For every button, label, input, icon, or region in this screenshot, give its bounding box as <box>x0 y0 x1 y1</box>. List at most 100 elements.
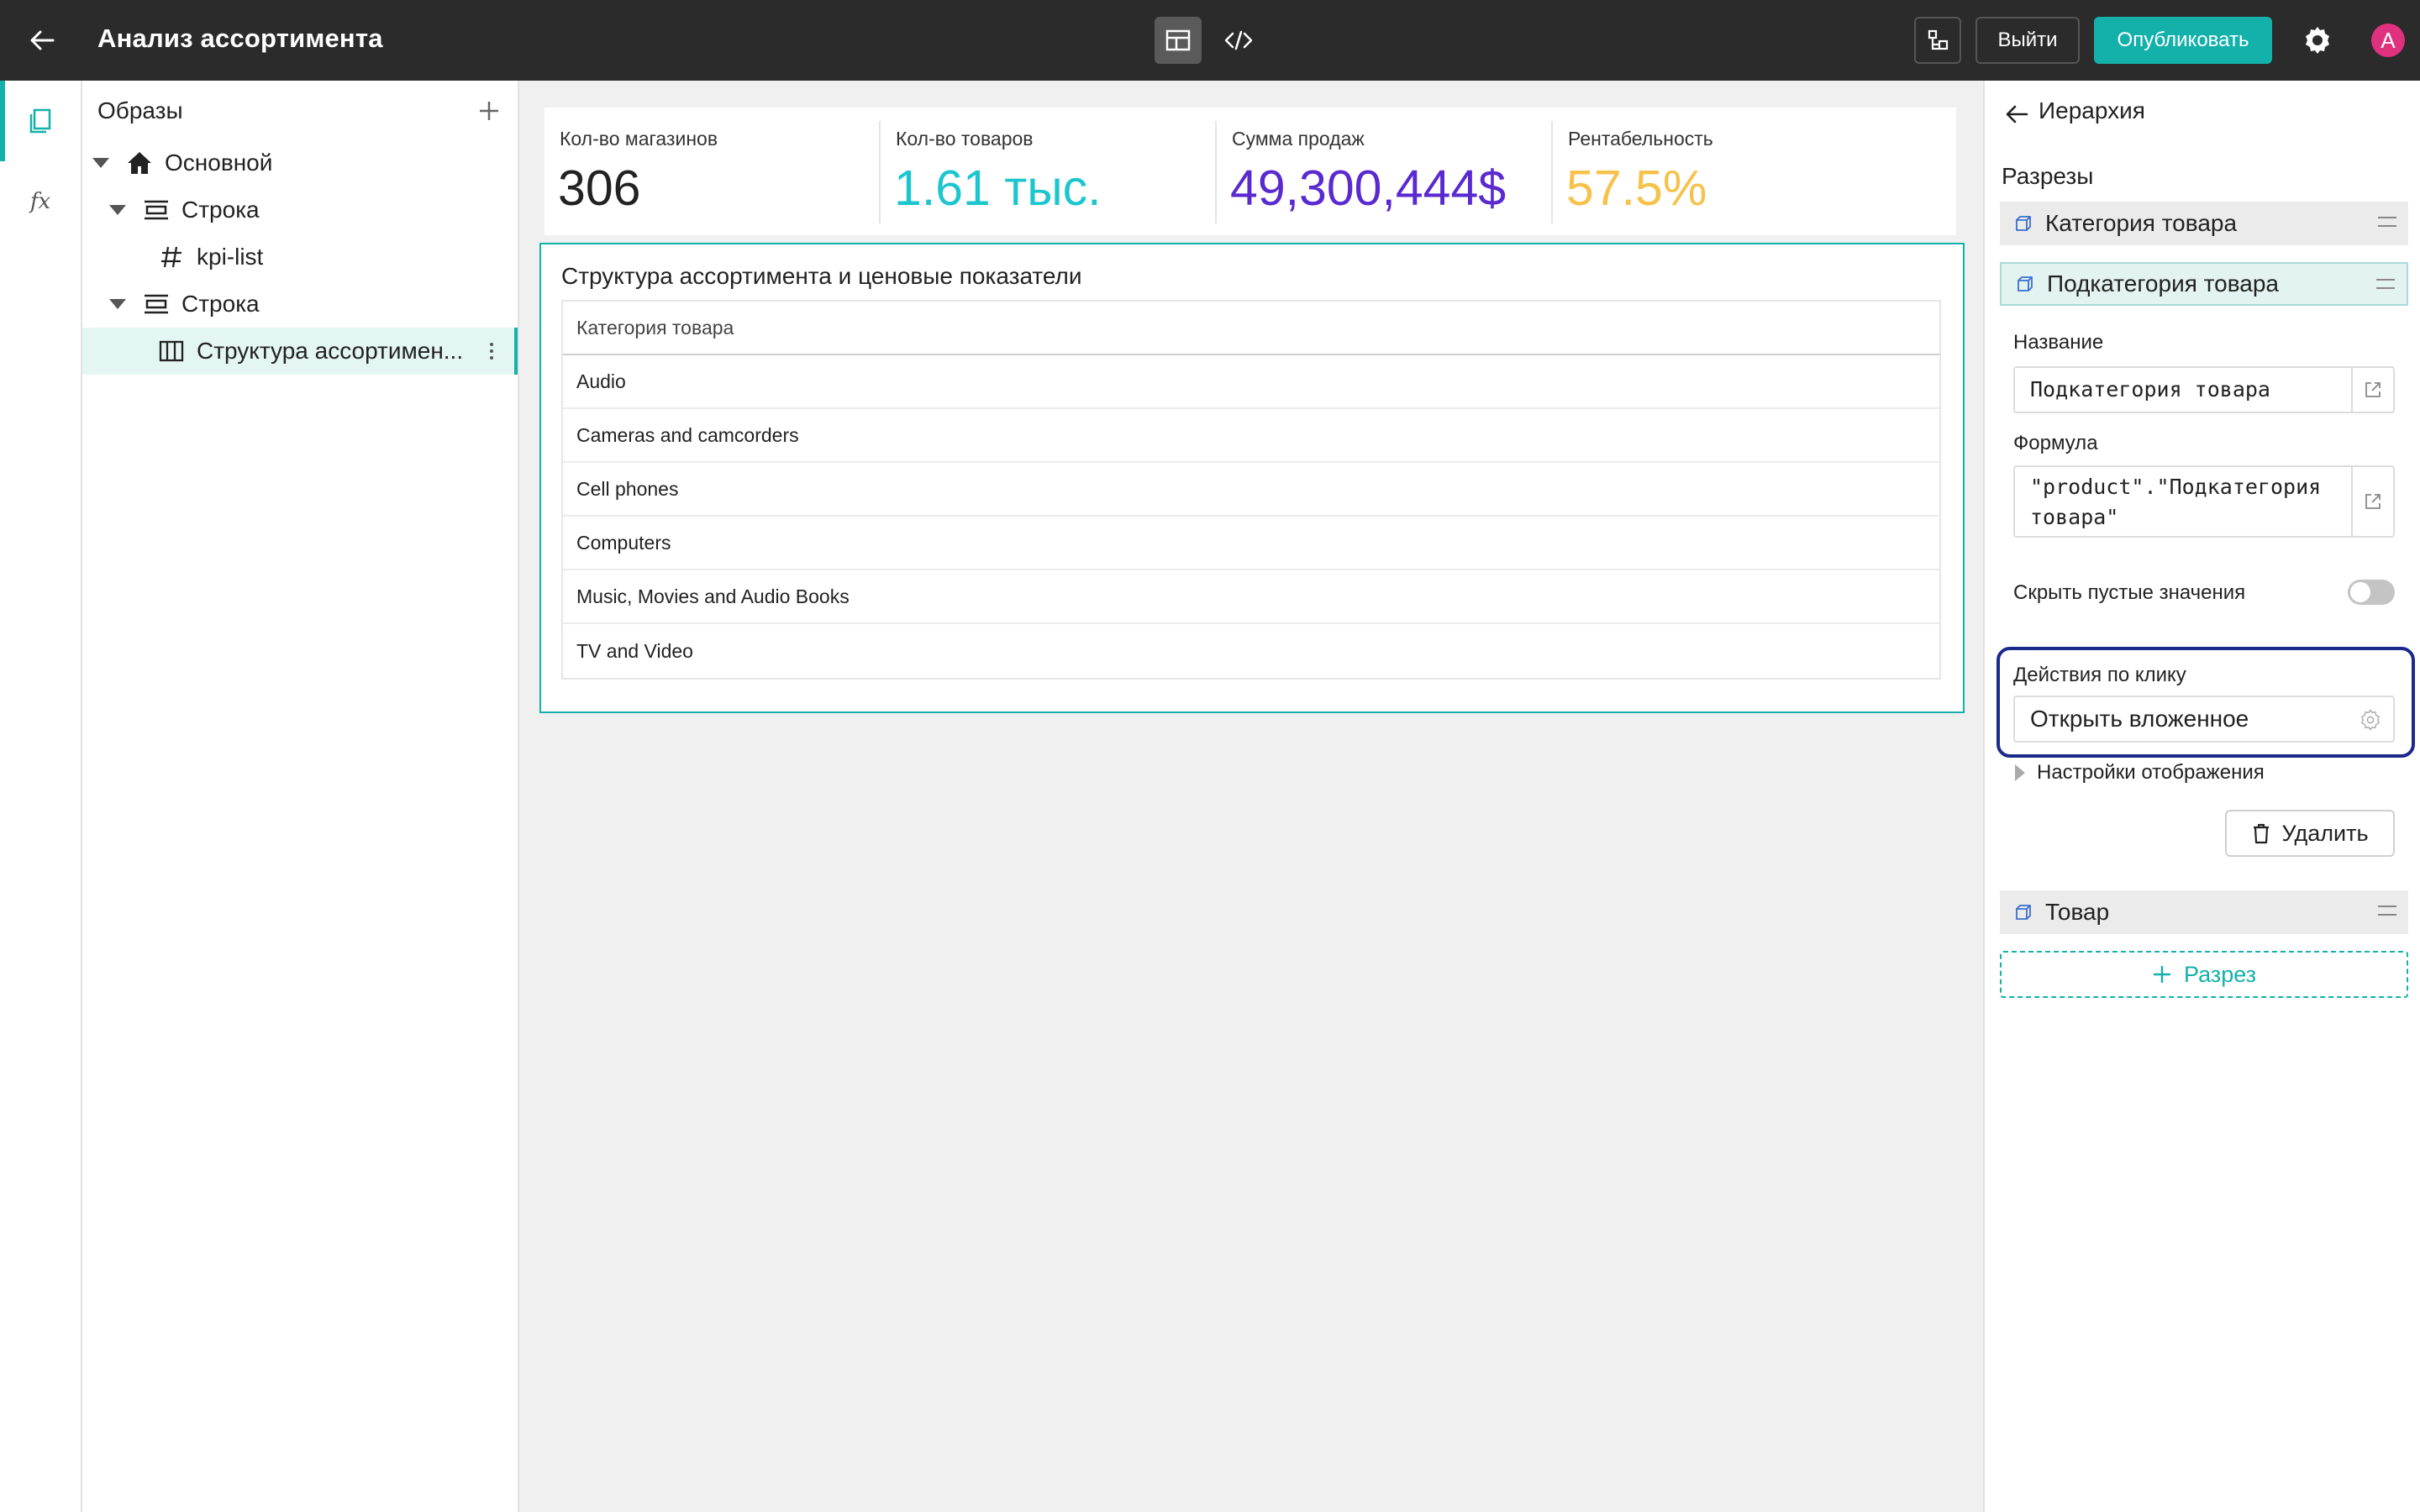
delete-label: Удалить <box>2281 820 2369 846</box>
formula-line: "product"."Подкатегория <box>2030 475 2322 499</box>
click-action-select[interactable]: Открыть вложенное <box>2013 696 2395 743</box>
table-row[interactable]: Music, Movies and Audio Books <box>563 570 1939 624</box>
code-view-button[interactable] <box>1215 17 1262 64</box>
rail-item-functions[interactable]: fx <box>0 161 81 242</box>
row-icon <box>141 289 171 319</box>
trash-icon <box>2254 823 2270 844</box>
dimension-item-category[interactable]: Категория товара <box>2000 202 2408 245</box>
column-header[interactable]: Категория товара <box>563 302 1939 355</box>
expand-caret-icon[interactable] <box>92 158 111 168</box>
table-row[interactable]: Computers <box>563 517 1939 570</box>
drag-handle-icon[interactable] <box>2378 217 2396 227</box>
expand-caret-icon[interactable] <box>109 299 128 309</box>
tree-node-label: Основной <box>165 150 273 176</box>
structure-icon <box>1928 29 1949 50</box>
add-dimension-label: Разрез <box>2183 961 2257 987</box>
tree-node-kpi-list[interactable]: kpi-list <box>82 234 518 281</box>
tree-node-table[interactable]: Структура ассортимен... <box>82 328 518 375</box>
add-dimension-button[interactable]: Разрез <box>2000 951 2408 998</box>
kpi-label: Кол-во товаров <box>896 128 1034 150</box>
table-icon <box>156 336 187 366</box>
delete-button[interactable]: Удалить <box>2225 810 2395 857</box>
name-label: Название <box>2013 331 2104 354</box>
panel-title: Иерархия <box>2039 97 2145 123</box>
kpi-value: 306 <box>558 160 641 216</box>
gear-icon[interactable] <box>2360 709 2381 731</box>
kpi-value: 1.61 тыс. <box>894 160 1102 216</box>
dimension-label: Подкатегория товара <box>2047 270 2280 297</box>
tree-node-label: Структура ассортимен... <box>197 338 464 364</box>
code-icon <box>1224 30 1253 50</box>
kpi-list[interactable]: Кол-во магазинов 306 Кол-во товаров 1.61… <box>544 108 1956 235</box>
click-action-label: Действия по клику <box>2013 664 2186 686</box>
tree-node-row-2[interactable]: Строка <box>82 281 518 328</box>
tree-node-label: Строка <box>182 291 260 317</box>
more-options-icon[interactable] <box>479 334 504 368</box>
hierarchy-panel: Иерархия Разрезы Категория товара Подкат… <box>1983 81 2420 1512</box>
rail-item-pages[interactable] <box>0 81 81 161</box>
kpi-products: Кол-во товаров 1.61 тыс. <box>881 108 1215 235</box>
section-title: Разрезы <box>2002 163 2094 189</box>
table-row[interactable]: Cell phones <box>563 463 1939 517</box>
exit-button[interactable]: Выйти <box>1975 17 2080 64</box>
back-arrow-icon[interactable] <box>2000 97 2033 131</box>
tree-node-main[interactable]: Основной <box>82 139 518 186</box>
dimension-item-subcategory[interactable]: Подкатегория товара <box>2000 262 2408 306</box>
dimension-label: Категория товара <box>2045 210 2238 236</box>
click-action-value: Открыть вложенное <box>2030 706 2249 732</box>
display-settings-toggle[interactable]: Настройки отображения <box>2015 761 2265 785</box>
cube-icon <box>2012 900 2035 924</box>
formula-label: Формула <box>2013 432 2098 454</box>
layout-icon <box>1165 29 1191 51</box>
plus-icon <box>2153 966 2170 983</box>
home-icon <box>124 148 155 178</box>
name-value: Подкатегория товара <box>2030 377 2270 402</box>
row-icon <box>141 195 171 225</box>
chevron-right-icon <box>2015 764 2025 781</box>
back-arrow-icon[interactable] <box>22 22 62 59</box>
dimension-item-product[interactable]: Товар <box>2000 890 2408 934</box>
cube-icon <box>2012 212 2035 235</box>
kpi-value: 57.5% <box>1566 160 1707 216</box>
avatar[interactable]: A <box>2371 24 2405 57</box>
open-external-icon[interactable] <box>2351 467 2393 536</box>
pages-icon <box>29 108 51 134</box>
kpi-label: Сумма продаж <box>1232 128 1365 150</box>
hide-empty-toggle[interactable] <box>2348 580 2395 605</box>
icon-rail: fx <box>0 81 82 1512</box>
cube-icon <box>2013 272 2037 296</box>
table-row[interactable]: Cameras and camcorders <box>563 409 1939 463</box>
table-row[interactable]: TV and Video <box>563 624 1939 678</box>
display-settings-label: Настройки отображения <box>2037 761 2265 784</box>
page-title: Анализ ассортимента <box>97 24 383 53</box>
data-table: Категория товара Audio Cameras and camco… <box>561 300 1941 680</box>
dashboard-canvas: Кол-во магазинов 306 Кол-во товаров 1.61… <box>519 81 1983 1512</box>
open-external-icon[interactable] <box>2351 368 2393 412</box>
settings-gear-icon[interactable] <box>2297 20 2338 60</box>
structure-button[interactable] <box>1914 17 1961 64</box>
name-field[interactable]: Подкатегория товара <box>2013 366 2395 413</box>
widget-title: Структура ассортимента и ценовые показат… <box>561 263 1082 289</box>
tree-panel-title: Образы <box>97 97 183 123</box>
kpi-stores: Кол-во магазинов 306 <box>544 108 879 235</box>
hash-icon <box>156 242 187 272</box>
function-icon: fx <box>29 189 51 214</box>
drag-handle-icon[interactable] <box>2378 906 2396 916</box>
tree-node-row-1[interactable]: Строка <box>82 186 518 234</box>
top-bar: Анализ ассортимента Выйти Опубликовать A <box>0 0 2420 81</box>
tree-panel: Образы Основной Строка kpi-list Строка С… <box>82 81 519 1512</box>
add-icon[interactable] <box>472 94 506 128</box>
tree-node-label: kpi-list <box>197 244 264 270</box>
publish-button[interactable]: Опубликовать <box>2094 17 2272 64</box>
dimension-label: Товар <box>2045 899 2110 925</box>
table-row[interactable]: Audio <box>563 355 1939 409</box>
kpi-label: Рентабельность <box>1568 128 1713 150</box>
hide-empty-label: Скрыть пустые значения <box>2013 581 2246 604</box>
expand-caret-icon[interactable] <box>109 205 128 215</box>
formula-field[interactable]: "product"."Подкатегория товара" <box>2013 465 2395 538</box>
kpi-sales: Сумма продаж 49,300,444$ <box>1217 108 1551 235</box>
assortment-table-widget[interactable]: Структура ассортимента и ценовые показат… <box>539 243 1965 713</box>
kpi-profitability: Рентабельность 57.5% <box>1553 108 1889 235</box>
layout-view-button[interactable] <box>1155 17 1202 64</box>
drag-handle-icon[interactable] <box>2376 279 2395 289</box>
